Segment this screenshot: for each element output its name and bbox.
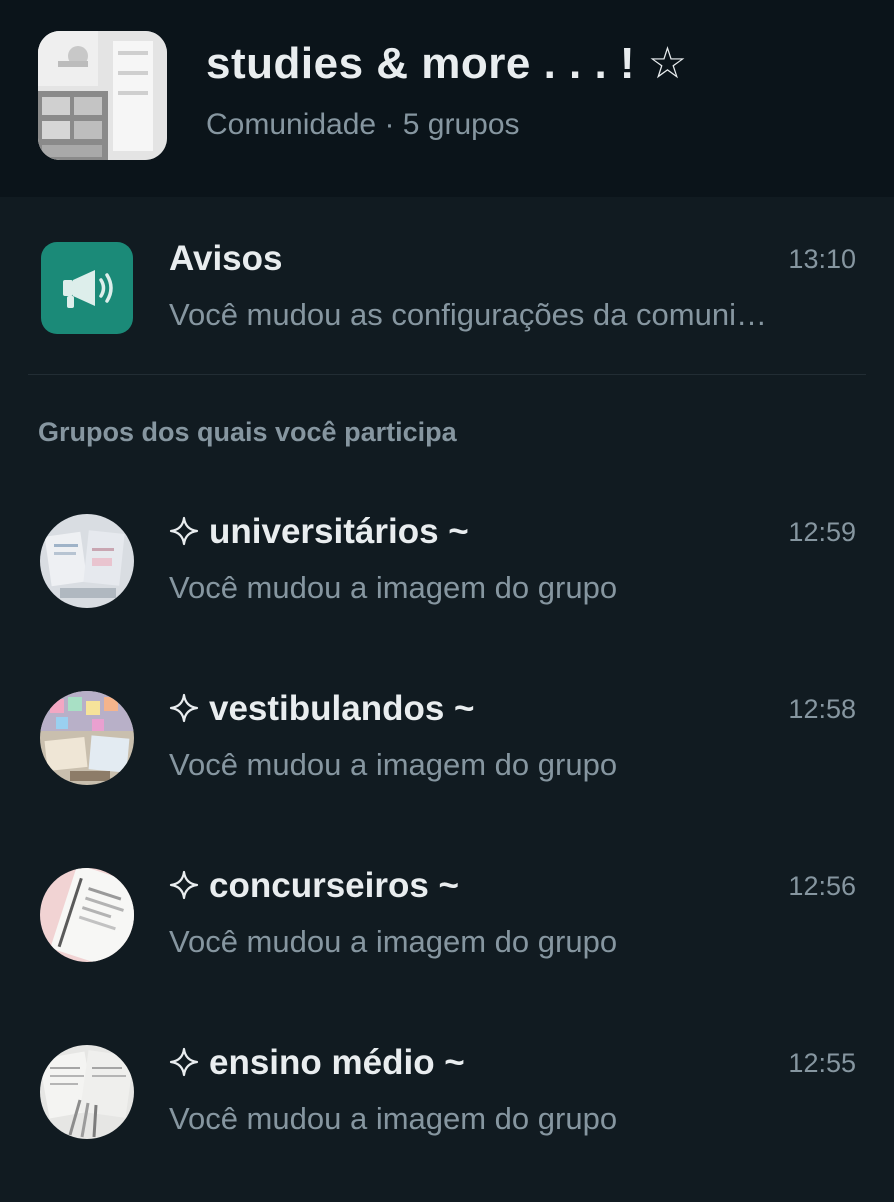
group-last-message: Você mudou a imagem do grupo [169, 1101, 618, 1136]
section-label: Grupos dos quais você participa [38, 417, 457, 447]
announcements-time: 13:10 [788, 244, 856, 274]
group-avatar [40, 691, 134, 785]
group-name: vestibulandos ~ [169, 689, 475, 729]
group-photo [40, 691, 134, 785]
community-avatar[interactable] [38, 31, 167, 160]
sparkle-icon [169, 516, 199, 546]
group-row-concurseiros[interactable]: concurseiros ~ Você mudou a imagem do gr… [0, 848, 894, 1025]
community-photo [38, 31, 167, 160]
megaphone-icon [63, 270, 113, 308]
group-name: concurseiros ~ [169, 866, 459, 906]
group-avatar [40, 868, 134, 962]
announcements-last-message: Você mudou as configurações da comuni… [169, 297, 767, 332]
group-name-text: ensino médio ~ [209, 1043, 465, 1082]
announcements-avatar [41, 242, 133, 334]
group-photo [40, 1045, 134, 1139]
group-time: 12:55 [788, 1048, 856, 1078]
group-time: 12:56 [788, 871, 856, 901]
group-name: universitários ~ [169, 512, 469, 552]
announcements-row[interactable]: Avisos Você mudou as configurações da co… [0, 197, 894, 375]
group-name-text: concurseiros ~ [209, 866, 459, 905]
group-name-text: universitários ~ [209, 512, 469, 551]
group-row-universitarios[interactable]: universitários ~ Você mudou a imagem do … [0, 494, 894, 671]
sparkle-icon [169, 693, 199, 723]
community-subtitle: Comunidade · 5 grupos [206, 108, 520, 141]
group-avatar [40, 1045, 134, 1139]
group-name-text: vestibulandos ~ [209, 689, 475, 728]
group-row-vestibulandos[interactable]: vestibulandos ~ Você mudou a imagem do g… [0, 671, 894, 848]
community-title: studies & more . . . ! ☆ [206, 39, 688, 88]
sparkle-icon [169, 1047, 199, 1077]
group-avatar [40, 514, 134, 608]
announcements-name: Avisos [169, 239, 283, 278]
group-name: ensino médio ~ [169, 1043, 465, 1083]
group-last-message: Você mudou a imagem do grupo [169, 924, 618, 959]
group-photo [40, 868, 134, 962]
group-time: 12:59 [788, 517, 856, 547]
divider [28, 374, 866, 375]
group-row-ensino-medio[interactable]: ensino médio ~ Você mudou a imagem do gr… [0, 1025, 894, 1202]
group-last-message: Você mudou a imagem do grupo [169, 747, 618, 782]
group-time: 12:58 [788, 694, 856, 724]
group-photo [40, 514, 134, 608]
group-last-message: Você mudou a imagem do grupo [169, 570, 618, 605]
sparkle-icon [169, 870, 199, 900]
community-header[interactable]: studies & more . . . ! ☆ Comunidade · 5 … [0, 0, 894, 197]
